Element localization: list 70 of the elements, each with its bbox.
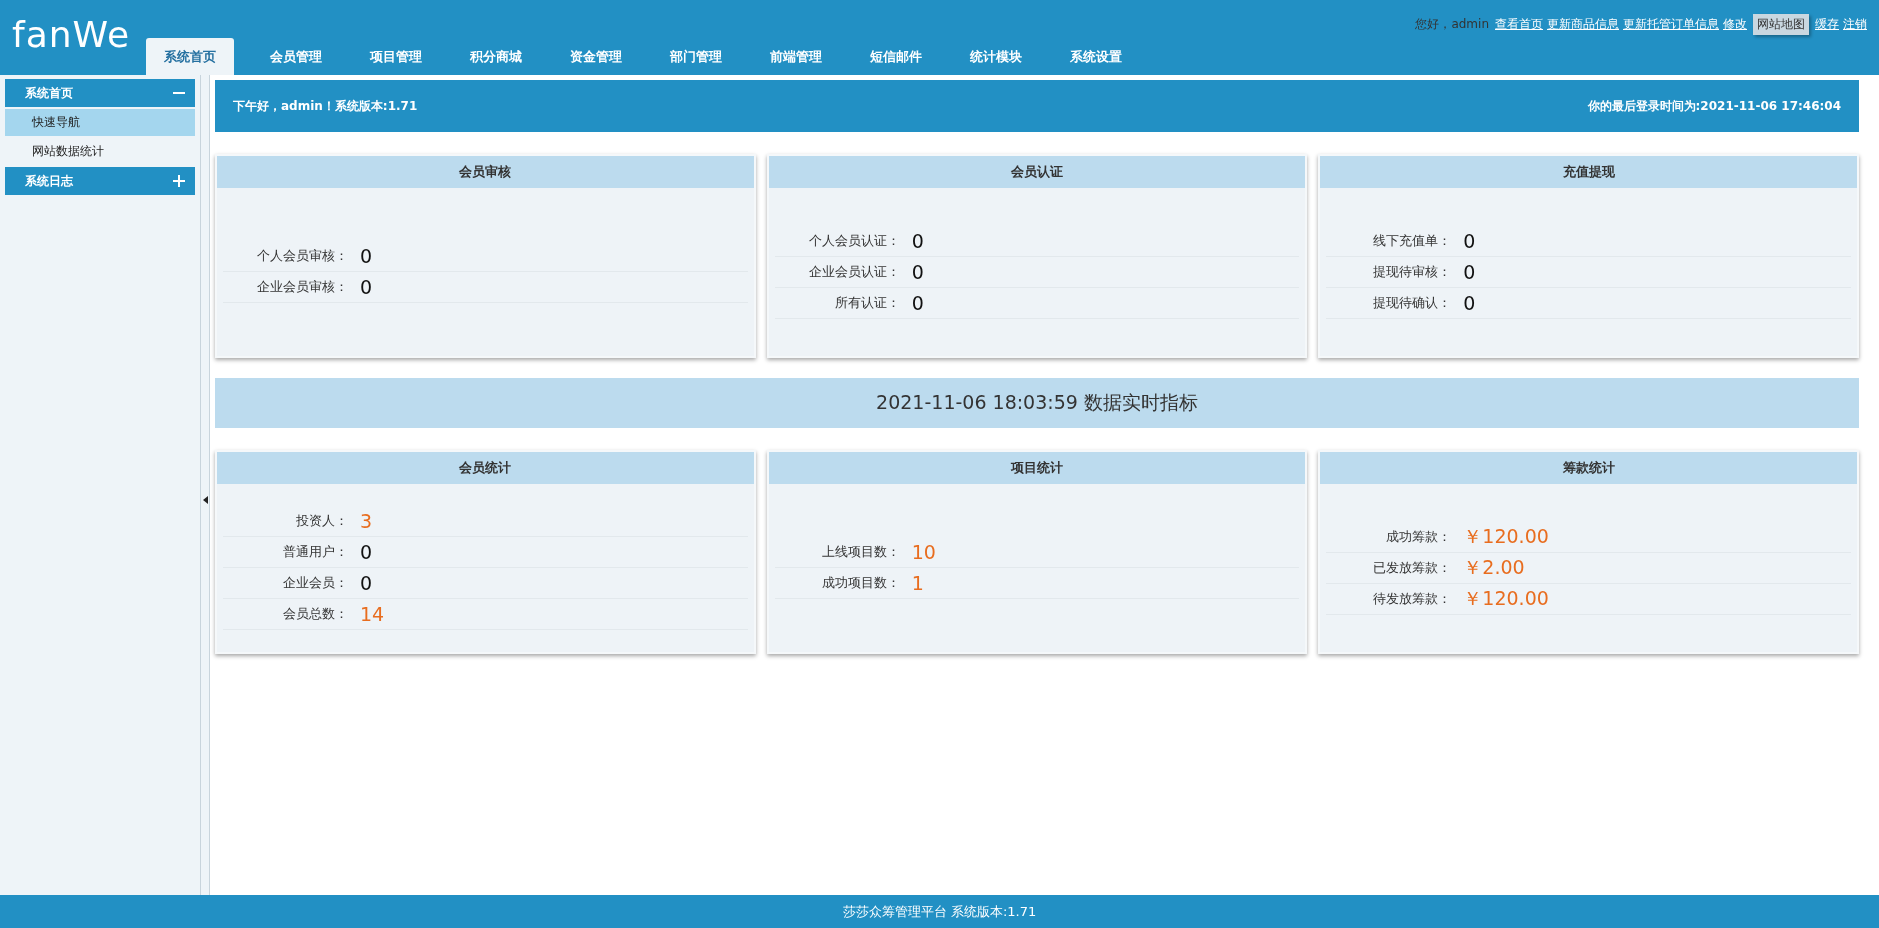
stat-value: 0 [911, 260, 924, 283]
last-login-text: 你的最后登录时间为:2021-11-06 17:46:04 [1587, 97, 1841, 115]
collapse-arrow-icon[interactable] [202, 496, 208, 504]
stat-value: 0 [1463, 291, 1476, 314]
stat-value: 0 [1463, 260, 1476, 283]
stat-label: 企业会员： [282, 574, 348, 592]
tooltip: 网站地图 [1753, 14, 1809, 35]
stat-value: ￥120.00 [1463, 585, 1549, 611]
stat-label: 待发放筹款： [1372, 589, 1452, 608]
sidebar-group-header[interactable]: 系统首页 [5, 79, 195, 107]
stat-value: 0 [360, 541, 373, 563]
group-title: 系统首页 [25, 84, 73, 102]
stat-label: 所有认证： [833, 293, 900, 312]
nav-tab[interactable]: 项目管理 [346, 38, 446, 75]
card-title: 筹款统计 [1320, 452, 1857, 484]
stat-label: 个人会员审核： [256, 247, 348, 265]
logo: fanWe [12, 14, 131, 55]
stat-label: 普通用户： [282, 543, 348, 561]
header-link[interactable]: 更新商品信息 [1547, 16, 1619, 33]
stat-label: 上线项目数： [820, 543, 900, 561]
stat-value: 0 [360, 276, 373, 298]
realtime-banner: 2021-11-06 18:03:59 数据实时指标 [215, 378, 1859, 428]
nav-tab[interactable]: 系统首页 [146, 38, 234, 75]
stat-label: 成功筹款： [1385, 527, 1452, 546]
stat-value: 10 [911, 541, 936, 563]
stat-value: 1 [911, 572, 924, 594]
header-link[interactable]: 查看首页 [1495, 16, 1543, 33]
stat-value: ￥2.00 [1463, 554, 1525, 580]
nav-tab[interactable]: 系统设置 [1046, 38, 1146, 75]
stat-label: 会员总数： [282, 605, 348, 623]
stat-label: 成功项目数： [820, 574, 900, 592]
nav-tab[interactable]: 会员管理 [246, 38, 346, 75]
stat-value: 14 [360, 603, 385, 625]
stat-label: 投资人： [295, 512, 348, 530]
greeting-text: 您好，admin [1415, 16, 1489, 33]
sidebar-item[interactable]: 快速导航 [5, 109, 195, 136]
stat-label: 线下充值单： [1372, 231, 1452, 250]
nav-tab[interactable]: 统计模块 [946, 38, 1046, 75]
stat-value: 0 [911, 229, 924, 252]
card-title: 会员统计 [217, 452, 754, 484]
stat-label: 个人会员认证： [807, 231, 900, 250]
stat-value: ￥120.00 [1463, 523, 1549, 549]
sidebar-group-header[interactable]: 系统日志 [5, 167, 195, 195]
stat-value: 0 [360, 245, 373, 267]
stat-label: 企业会员认证： [807, 262, 900, 281]
nav-tab[interactable]: 资金管理 [546, 38, 646, 75]
header-link[interactable]: 修改 [1723, 16, 1747, 33]
stat-label: 提现待审核： [1372, 262, 1452, 281]
stat-label: 企业会员审核： [256, 278, 348, 296]
footer-text: 莎莎众筹管理平台 系统版本:1.71 [842, 902, 1037, 921]
card-title: 会员审核 [217, 156, 754, 188]
nav-tab[interactable]: 前端管理 [746, 38, 846, 75]
nav-tab[interactable]: 积分商城 [446, 38, 546, 75]
header-link[interactable]: 更新托管订单信息 [1623, 16, 1719, 33]
stat-value: 0 [360, 572, 373, 594]
card-title: 充值提现 [1320, 156, 1857, 188]
group-title: 系统日志 [25, 172, 73, 190]
stat-value: 0 [911, 291, 924, 314]
sidebar-item[interactable]: 网站数据统计 [5, 138, 195, 165]
stat-label: 提现待确认： [1372, 293, 1452, 312]
header-link[interactable]: 注销 [1843, 16, 1867, 33]
stat-value: 0 [1463, 229, 1476, 252]
card-title: 会员认证 [768, 156, 1306, 188]
nav-tab[interactable]: 部门管理 [646, 38, 746, 75]
card-title: 项目统计 [768, 452, 1306, 484]
nav-tab[interactable]: 短信邮件 [846, 38, 946, 75]
stat-value: 3 [360, 510, 373, 532]
header-link[interactable]: 缓存 [1815, 16, 1839, 33]
welcome-text: 下午好，admin！系统版本:1.71 [233, 97, 418, 115]
stat-label: 已发放筹款： [1372, 558, 1452, 577]
